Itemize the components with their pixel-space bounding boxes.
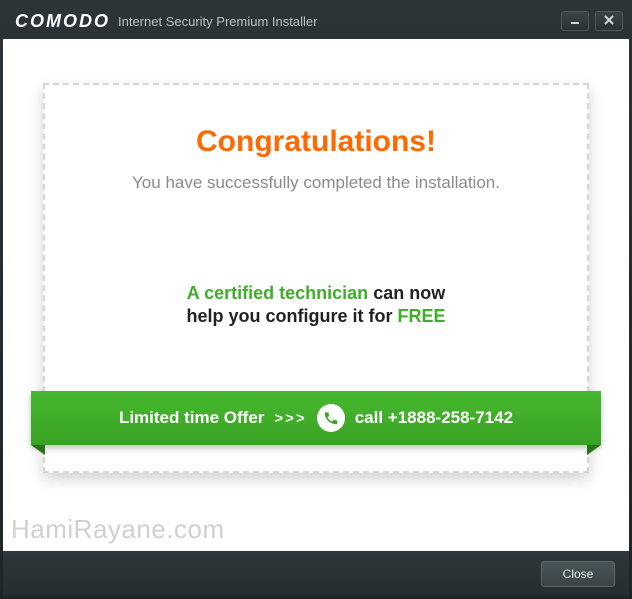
watermark-text: HamiRayane.com	[11, 514, 225, 545]
phone-number: +1888-258-7142	[388, 408, 513, 427]
installer-window: COMODO Internet Security Premium Install…	[0, 0, 632, 599]
completion-ticket: Congratulations! You have successfully c…	[43, 83, 589, 473]
client-area: Congratulations! You have successfully c…	[3, 39, 629, 551]
ribbon-fold-left	[31, 445, 45, 455]
ribbon-fold-right	[587, 445, 601, 455]
close-icon	[604, 15, 614, 28]
congrats-heading: Congratulations!	[75, 125, 557, 159]
footer-bar: Close	[3, 551, 629, 596]
offer-ribbon: Limited time Offer >>> call +1888-258-71…	[31, 391, 601, 445]
titlebar: COMODO Internet Security Premium Install…	[3, 3, 629, 39]
tech-highlight: A certified technician	[187, 283, 368, 303]
tech-suffix: can now	[368, 283, 445, 303]
close-window-button[interactable]	[595, 11, 623, 31]
tech-line-2: help you configure it for FREE	[75, 306, 557, 327]
minimize-button[interactable]	[561, 11, 589, 31]
window-title: Internet Security Premium Installer	[118, 14, 317, 29]
brand-logo: COMODO	[15, 11, 110, 32]
close-button[interactable]: Close	[541, 561, 615, 587]
free-highlight: FREE	[397, 306, 445, 326]
phone-icon	[317, 404, 345, 432]
tech-line-1: A certified technician can now	[75, 283, 557, 304]
offer-ribbon-body[interactable]: Limited time Offer >>> call +1888-258-71…	[31, 391, 601, 445]
completion-message: You have successfully completed the inst…	[75, 173, 557, 193]
chevron-right-icon: >>>	[274, 410, 306, 427]
offer-label: Limited time Offer	[119, 408, 264, 428]
close-button-label: Close	[563, 567, 594, 581]
help-prefix: help you configure it for	[186, 306, 397, 326]
ticket-container: Congratulations! You have successfully c…	[43, 83, 589, 473]
call-text: call +1888-258-7142	[355, 408, 513, 428]
call-label: call	[355, 408, 388, 427]
minimize-icon	[570, 15, 580, 28]
